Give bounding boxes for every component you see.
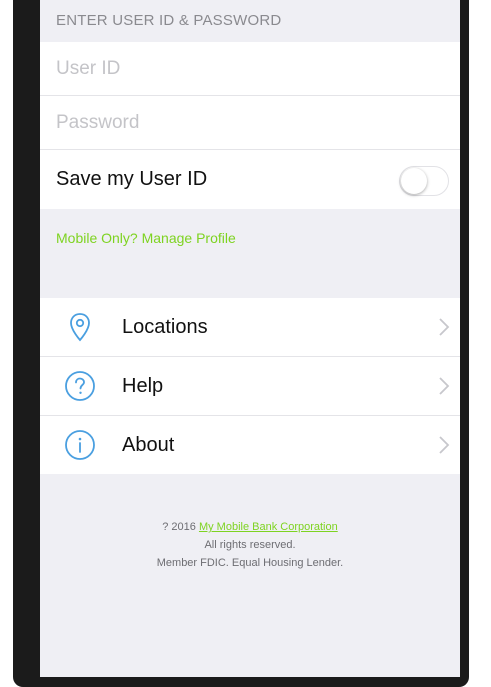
chevron-right-icon: [439, 318, 450, 336]
menu-item-label: About: [122, 434, 175, 456]
password-input[interactable]: [56, 110, 436, 136]
menu-item-about[interactable]: About: [40, 416, 460, 474]
save-user-id-label: Save my User ID: [56, 168, 208, 190]
chevron-right-icon: [439, 377, 450, 395]
rights-text: All rights reserved.: [204, 539, 296, 551]
menu-item-label: Locations: [122, 316, 208, 338]
menu-item-locations[interactable]: Locations: [40, 298, 460, 357]
question-icon: [65, 371, 95, 401]
location-pin-icon: [70, 313, 90, 342]
save-user-id-row: Save my User ID: [40, 150, 460, 209]
member-fdic-text: Member FDIC. Equal Housing Lender.: [156, 557, 344, 569]
login-header-text: ENTER USER ID & PASSWORD: [56, 12, 282, 29]
chevron-right-icon: [439, 436, 450, 454]
menu-list: Locations Help About: [40, 298, 460, 474]
app-screen: ENTER USER ID & PASSWORD Save my User ID…: [40, 0, 460, 677]
save-user-id-toggle[interactable]: [399, 166, 449, 196]
footer: ? 2016 My Mobile Bank Corporation All ri…: [40, 518, 460, 572]
info-icon: [65, 430, 95, 460]
manage-profile-link[interactable]: Mobile Only? Manage Profile: [56, 230, 236, 246]
menu-item-label: Help: [122, 375, 164, 397]
company-link[interactable]: My Mobile Bank Corporation: [199, 521, 338, 533]
password-row: [40, 96, 460, 150]
footer-copyright-line: ? 2016 My Mobile Bank Corporation: [40, 518, 460, 536]
login-section-header: ENTER USER ID & PASSWORD: [40, 0, 460, 42]
toggle-knob: [401, 168, 427, 194]
copyright-text: ? 2016: [162, 521, 196, 533]
login-form: Save my User ID: [40, 42, 460, 209]
user-id-row: [40, 42, 460, 96]
menu-item-help[interactable]: Help: [40, 357, 460, 416]
user-id-input[interactable]: [56, 56, 436, 82]
